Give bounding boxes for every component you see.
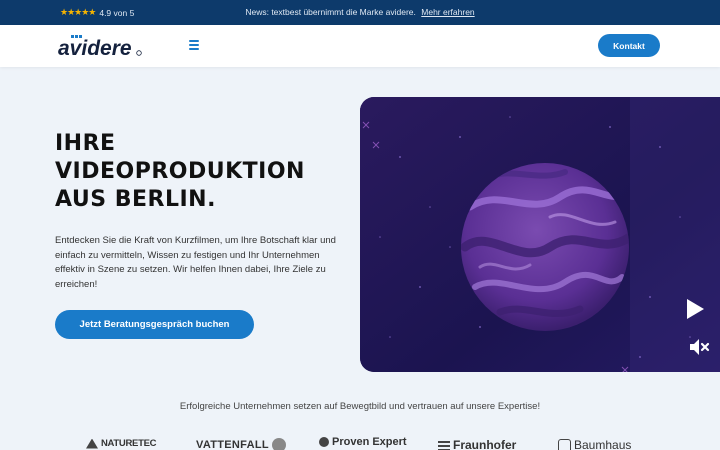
partner-logo-fraunhofer: Fraunhofer — [438, 438, 516, 450]
partners-tagline: Erfolgreiche Unternehmen setzen auf Bewe… — [179, 401, 541, 412]
mute-icon[interactable] — [688, 337, 712, 357]
hero-title: IHRE VIDEOPRODUKTION AUS BERLIN. — [55, 130, 355, 214]
partner-logo-vattenfall: VATTENFALL — [196, 438, 286, 450]
news-text: News: textbest übernimmt die Marke avide… — [245, 7, 416, 17]
news-message: News: textbest übernimmt die Marke avide… — [0, 7, 720, 17]
hero-video[interactable] — [360, 97, 720, 372]
hero-title-line: VIDEOPRODUKTION — [55, 159, 305, 184]
hero-description: Entdecken Sie die Kraft von Kurzfilmen, … — [55, 235, 336, 290]
announcement-bar: ★★★★★ 4.9 von 5 News: textbest übernimmt… — [0, 0, 720, 25]
partner-logo-naturetec: NATURETEC — [86, 438, 156, 449]
naturetec-logo-icon — [86, 438, 98, 449]
book-consultation-button[interactable]: Jetzt Beratungsgespräch buchen — [55, 310, 254, 339]
fraunhofer-logo-icon — [438, 439, 450, 450]
video-frame-planet-illustration — [360, 97, 720, 372]
partner-logo-baumhaus: Baumhaus — [558, 438, 631, 450]
play-icon[interactable] — [682, 296, 708, 322]
contact-button[interactable]: Kontakt — [598, 34, 660, 57]
hero-title-line: AUS BERLIN. — [55, 187, 216, 212]
site-header: avidere Kontakt — [0, 25, 720, 67]
logo-graphic: avidere — [58, 35, 142, 60]
avidere-logo[interactable]: avidere — [58, 32, 148, 60]
provenexpert-logo-icon — [319, 437, 329, 447]
partner-logo-provenexpert: Proven Expert — [319, 436, 407, 448]
hero-title-line: IHRE — [55, 131, 116, 156]
logo-text: avidere — [58, 37, 132, 60]
hamburger-menu-icon[interactable] — [189, 40, 199, 50]
news-more-link[interactable]: Mehr erfahren — [421, 7, 474, 17]
baumhaus-logo-icon — [558, 439, 571, 450]
partner-logos: NATURETEC VATTENFALL Proven Expert Fraun… — [0, 436, 720, 450]
vattenfall-logo-icon — [271, 438, 286, 450]
